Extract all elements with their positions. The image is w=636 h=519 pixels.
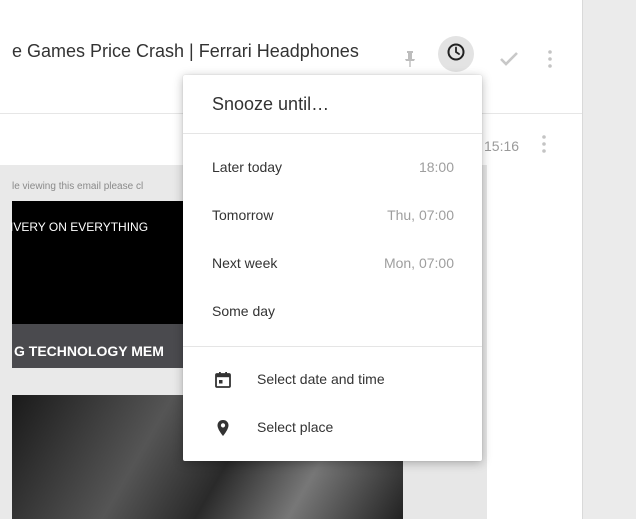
snooze-option-later-today[interactable]: Later today 18:00 bbox=[183, 144, 482, 192]
more-vert-icon[interactable] bbox=[538, 47, 562, 71]
email-view-note[interactable]: le viewing this email please cl bbox=[12, 181, 143, 192]
email-banner-text: IVERY ON EVERYTHING bbox=[10, 220, 149, 234]
pane-edge bbox=[582, 0, 583, 519]
option-label: Select date and time bbox=[257, 371, 385, 387]
option-time: Thu, 07:00 bbox=[387, 207, 454, 223]
option-label: Some day bbox=[212, 303, 276, 319]
email-nav-links[interactable]: G TECHNOLOGY MEM bbox=[14, 343, 164, 359]
option-label: Later today bbox=[212, 159, 283, 175]
snooze-menu-title: Snooze until… bbox=[212, 94, 330, 114]
message-time: 15:16 bbox=[484, 138, 520, 154]
check-icon[interactable] bbox=[497, 47, 521, 71]
option-label: Select place bbox=[257, 419, 334, 435]
option-label: Next week bbox=[212, 255, 278, 271]
email-subject: e Games Price Crash | Ferrari Headphones bbox=[12, 41, 359, 61]
select-place-option[interactable]: Select place bbox=[183, 404, 482, 452]
thread-toolbar: e Games Price Crash | Ferrari Headphones bbox=[0, 18, 582, 82]
snooze-menu: Snooze until… Later today 18:00 Tomorrow… bbox=[183, 75, 482, 461]
snooze-button[interactable] bbox=[438, 36, 474, 72]
snooze-option-tomorrow[interactable]: Tomorrow Thu, 07:00 bbox=[183, 192, 482, 240]
clock-icon bbox=[446, 42, 466, 67]
location-pin-icon bbox=[213, 418, 233, 438]
pin-icon[interactable] bbox=[398, 47, 422, 71]
menu-divider bbox=[183, 133, 482, 134]
calendar-icon bbox=[213, 370, 233, 390]
option-time: 18:00 bbox=[418, 159, 454, 175]
snooze-option-some-day[interactable]: Some day bbox=[183, 288, 482, 336]
message-more-icon[interactable] bbox=[541, 134, 547, 159]
select-date-time-option[interactable]: Select date and time bbox=[183, 356, 482, 404]
option-time: Mon, 07:00 bbox=[383, 255, 454, 271]
menu-divider bbox=[183, 346, 482, 347]
snooze-option-next-week[interactable]: Next week Mon, 07:00 bbox=[183, 240, 482, 288]
option-label: Tomorrow bbox=[212, 207, 274, 223]
